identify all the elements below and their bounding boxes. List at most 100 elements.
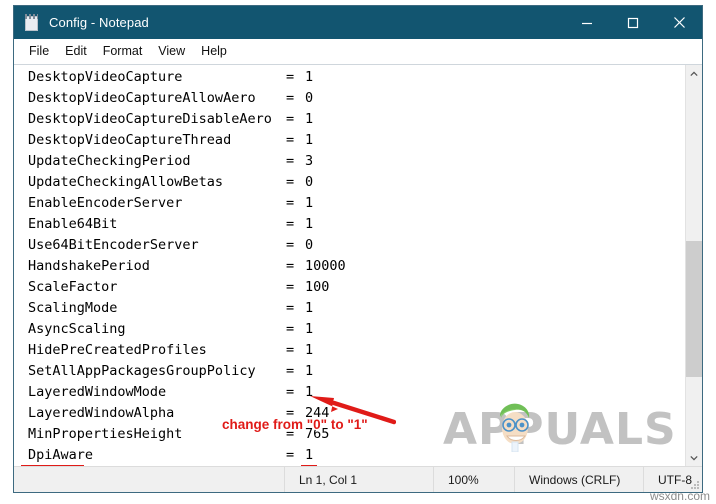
config-key: LayeredWindowAlpha [28, 405, 175, 421]
text-editor[interactable]: DesktopVideoCapture = 1 DesktopVideoCapture… [14, 65, 685, 466]
chevron-down-icon [690, 455, 698, 460]
config-equals: = [286, 90, 295, 106]
config-line[interactable]: DesktopVideoCaptureDisableAero = 1 [14, 109, 685, 130]
status-bar: Ln 1, Col 1 100% Windows (CRLF) UTF-8 [14, 466, 702, 492]
config-key: LayeredWindowMode [28, 384, 167, 400]
config-line[interactable]: HandshakePeriod = 10000 [14, 256, 685, 277]
config-line[interactable]: Enable64Bit = 1 [14, 214, 685, 235]
config-equals: = [286, 258, 295, 274]
config-equals: = [286, 132, 295, 148]
menu-item-help[interactable]: Help [193, 42, 235, 61]
config-equals: = [286, 279, 295, 295]
config-key: Use64BitEncoderServer [28, 237, 199, 253]
config-value: 1 [305, 132, 314, 148]
resize-grip-icon[interactable] [690, 480, 700, 490]
config-key: DesktopVideoCapture [28, 69, 183, 85]
config-key: HidePreCreatedProfiles [28, 342, 207, 358]
config-equals: = [286, 174, 295, 190]
config-value: 1 [305, 342, 314, 358]
chevron-up-icon [690, 71, 698, 76]
config-value: 1 [305, 69, 314, 85]
config-key: ScalingMode [28, 300, 118, 316]
window-title: Config - Notepad [49, 15, 149, 30]
close-icon [673, 17, 685, 28]
close-button[interactable] [656, 6, 702, 39]
config-value: 1 [305, 111, 314, 127]
config-line[interactable]: ScaleFactor = 100 [14, 277, 685, 298]
menu-item-file[interactable]: File [21, 42, 57, 61]
config-line[interactable]: UpdateCheckingAllowBetas = 0 [14, 172, 685, 193]
config-line[interactable]: DesktopVideoCaptureAllowAero = 0 [14, 88, 685, 109]
config-line[interactable]: EnableEncoderServer = 1 [14, 193, 685, 214]
config-value: 244 [305, 405, 330, 421]
config-key: DesktopVideoCaptureDisableAero [28, 111, 272, 127]
config-line[interactable]: DesktopVideoCapture = 1 [14, 67, 685, 88]
config-line[interactable]: ScalingMode = 1 [14, 298, 685, 319]
status-cursor-position: Ln 1, Col 1 [284, 467, 433, 492]
config-line[interactable]: SetAllAppPackagesGroupPolicy = 1 [14, 361, 685, 382]
menu-item-edit[interactable]: Edit [57, 42, 95, 61]
status-spacer [14, 467, 284, 492]
config-equals: = [286, 426, 295, 442]
config-line[interactable]: DpiAware = 1 [14, 445, 685, 466]
scroll-up-button[interactable] [686, 65, 702, 82]
config-value: 0 [305, 174, 314, 190]
config-key: ScaleFactor [28, 279, 118, 295]
config-key: HandshakePeriod [28, 258, 150, 274]
config-value: 3 [305, 153, 314, 169]
config-line[interactable]: LayeredWindowMode = 1 [14, 382, 685, 403]
vertical-scrollbar[interactable] [685, 65, 702, 466]
config-equals: = [286, 384, 295, 400]
config-key: DesktopVideoCaptureAllowAero [28, 90, 256, 106]
config-equals: = [286, 363, 295, 379]
config-value: 765 [305, 426, 330, 442]
config-equals: = [286, 195, 295, 211]
config-value: 0 [305, 237, 314, 253]
config-key: UpdateCheckingAllowBetas [28, 174, 224, 190]
maximize-icon [627, 17, 639, 28]
config-line[interactable]: AsyncScaling = 1 [14, 319, 685, 340]
maximize-button[interactable] [610, 6, 656, 39]
config-key: AsyncScaling [28, 321, 126, 337]
minimize-button[interactable] [564, 6, 610, 39]
config-equals: = [286, 237, 295, 253]
config-line[interactable]: HidePreCreatedProfiles = 1 [14, 340, 685, 361]
config-key: MinPropertiesHeight [28, 426, 183, 442]
menu-item-view[interactable]: View [150, 42, 193, 61]
config-key: Enable64Bit [28, 216, 118, 232]
config-key: DesktopVideoCaptureThread [28, 132, 232, 148]
config-key: EnableEncoderServer [28, 195, 183, 211]
config-key: UpdateCheckingPeriod [28, 153, 191, 169]
scroll-down-button[interactable] [686, 449, 702, 466]
config-equals: = [286, 69, 295, 85]
menu-bar: File Edit Format View Help [14, 39, 702, 64]
window-controls [564, 6, 702, 39]
minimize-icon [582, 22, 592, 24]
menu-item-format[interactable]: Format [95, 42, 151, 61]
status-line-ending: Windows (CRLF) [514, 467, 643, 492]
config-line[interactable]: LayeredWindowAlpha = 244 [14, 403, 685, 424]
config-line[interactable]: DesktopVideoCaptureThread = 1 [14, 130, 685, 151]
scrollbar-thumb[interactable] [686, 241, 702, 377]
config-value: 1 [305, 216, 314, 232]
editor-area: DesktopVideoCapture = 1 DesktopVideoCapture… [14, 64, 702, 466]
config-equals: = [286, 216, 295, 232]
title-bar[interactable]: Config - Notepad [14, 6, 702, 39]
status-zoom-level[interactable]: 100% [433, 467, 514, 492]
config-equals: = [286, 111, 295, 127]
notepad-window: Config - Notepad File Edit Format View H… [13, 5, 703, 493]
notepad-icon [24, 13, 40, 32]
config-value: 1 [305, 195, 314, 211]
config-value: 1 [305, 384, 314, 400]
config-value: 1 [305, 321, 314, 337]
config-line[interactable]: UpdateCheckingPeriod = 3 [14, 151, 685, 172]
config-equals: = [286, 321, 295, 337]
config-line[interactable]: Use64BitEncoderServer = 0 [14, 235, 685, 256]
screenshot-root: Config - Notepad File Edit Format View H… [0, 0, 716, 504]
config-line[interactable]: MinPropertiesHeight = 765 [14, 424, 685, 445]
config-equals: = [286, 153, 295, 169]
config-value: 1 [305, 447, 314, 463]
config-value: 0 [305, 90, 314, 106]
config-key: SetAllAppPackagesGroupPolicy [28, 363, 256, 379]
config-value: 1 [305, 363, 314, 379]
